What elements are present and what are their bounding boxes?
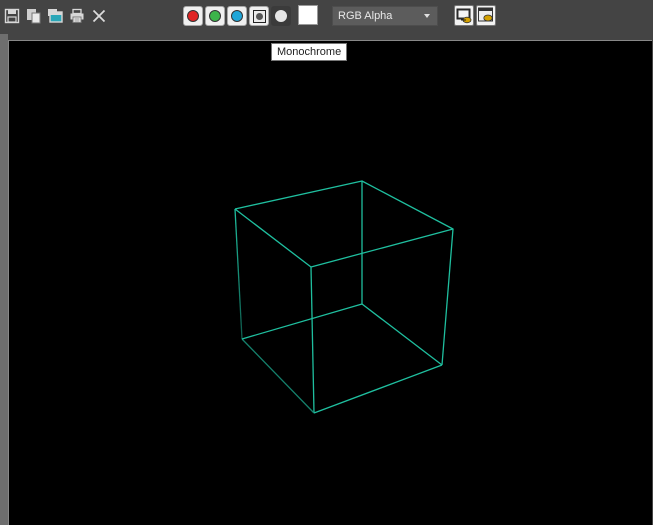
monochrome-dot-icon <box>275 10 287 22</box>
cube-edge <box>234 208 243 340</box>
monochrome-tooltip: Monochrome <box>271 43 348 61</box>
cube-top-face <box>234 180 454 268</box>
close-icon[interactable] <box>90 7 108 25</box>
monitor-teapot-icon <box>456 8 472 24</box>
clone-window-icon[interactable] <box>46 7 64 25</box>
chevron-down-icon <box>424 14 430 18</box>
copy-icon[interactable] <box>25 7 43 25</box>
render-viewport <box>8 40 652 525</box>
cube-edge <box>313 364 443 414</box>
cube-edge <box>241 303 363 340</box>
red-dot-icon <box>187 10 199 22</box>
display-window-button[interactable] <box>454 5 474 26</box>
blue-dot-icon <box>231 10 243 22</box>
cube-edge <box>241 338 315 414</box>
cube-edge <box>441 228 454 366</box>
channel-display-value: RGB Alpha <box>338 10 393 22</box>
viewport-left-edge <box>0 34 8 525</box>
monochrome-button[interactable] <box>271 6 291 26</box>
green-dot-icon <box>209 10 221 22</box>
cube-edge <box>361 303 443 366</box>
rendered-frame-window: RGB Alpha Monochrome <box>0 0 653 525</box>
toolbar: RGB Alpha <box>0 0 653 35</box>
alpha-channel-button[interactable] <box>249 6 269 26</box>
window-teapot-icon <box>478 7 493 22</box>
save-icon[interactable] <box>3 7 21 25</box>
blue-channel-button[interactable] <box>227 6 247 26</box>
print-icon[interactable] <box>68 7 86 25</box>
tooltip-text: Monochrome <box>277 46 342 58</box>
alpha-icon <box>252 9 266 23</box>
cube-edge <box>310 266 315 414</box>
red-channel-button[interactable] <box>183 6 203 26</box>
green-channel-button[interactable] <box>205 6 225 26</box>
display-settings-button[interactable] <box>476 5 496 26</box>
channel-display-select[interactable]: RGB Alpha <box>332 6 438 26</box>
background-color-swatch[interactable] <box>298 5 318 25</box>
wireframe-cube <box>234 180 454 414</box>
